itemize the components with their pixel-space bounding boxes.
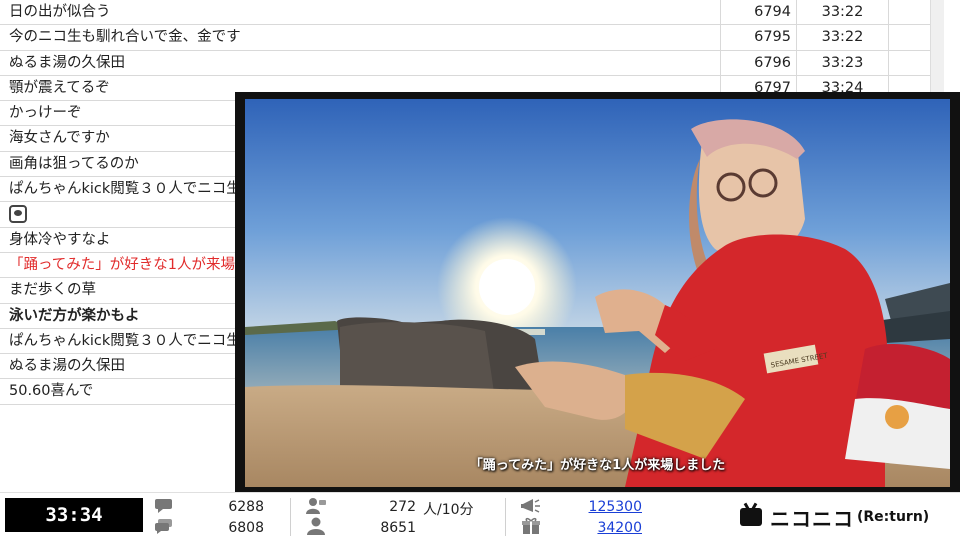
comment-time: 33:23 [796,50,888,75]
face-icon [9,205,27,224]
comment-number: 6795 [720,25,796,50]
comment-row[interactable]: 日の出が似合う 6794 33:22 [0,0,930,26]
status-divider [290,498,291,536]
ad-points-link[interactable]: 125300 [560,499,642,515]
megaphone-icon [521,499,540,513]
tv-icon [740,508,762,526]
comment-row[interactable]: ぬるま湯の久保田 6796 33:23 [0,50,930,76]
visitor-count: 8651 [380,520,416,536]
logo-subtitle: (Re:turn) [857,509,930,525]
video-player[interactable]: SESAME STREET 「踊ってみた」が好きな1人が来場しました [235,92,960,494]
status-bar: 33:34 6288 6808 272 人/10分 8651 125300 34… [0,492,960,540]
video-stream[interactable]: SESAME STREET 「踊ってみた」が好きな1人が来場しました [245,99,950,487]
elapsed-time: 33:34 [5,498,143,532]
active-users: 272 [389,499,416,515]
comment-extra-cell [888,25,930,50]
comment-time: 33:22 [796,25,888,50]
status-divider [505,498,506,536]
stacked-bubbles-icon [155,519,172,534]
total-comments: 6808 [228,520,264,536]
comment-text: ぬるま湯の久保田 [9,54,125,71]
comment-row[interactable]: 今のニコ生も馴れ合いで金、金です 6795 33:22 [0,25,930,51]
video-caption: 「踊ってみた」が好きな1人が来場しました [469,458,726,473]
comment-text: 日の出が似合う [9,4,111,20]
comment-extra-cell [888,0,930,25]
niconico-logo: ニコニコ (Re:turn) [740,503,929,531]
gift-icon [522,517,540,534]
comment-number: 6796 [720,50,796,75]
comment-count: 6288 [228,499,264,515]
comment-time: 33:22 [796,0,888,25]
person-icon [307,517,325,535]
speech-bubble-icon [155,499,172,513]
comment-number: 6794 [720,0,796,25]
gift-points-link[interactable]: 34200 [560,520,642,536]
logo-text: ニコニコ [770,506,854,531]
users-icon [306,498,326,514]
comment-text: 今のニコ生も馴れ合いで金、金です [9,29,241,46]
beach-scene-image: SESAME STREET [245,99,950,487]
active-users-unit: 人/10分 [423,502,474,518]
comment-extra-cell [888,50,930,75]
